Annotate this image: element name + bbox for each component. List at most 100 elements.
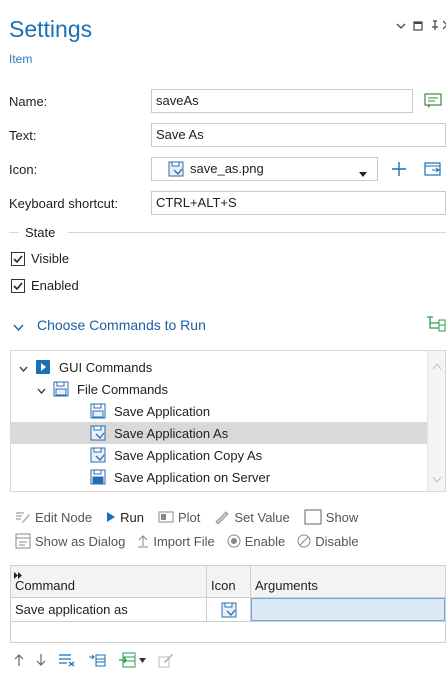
tree-node-file-commands[interactable]: File Commands bbox=[11, 378, 427, 400]
shortcut-field[interactable]: CTRL+ALT+S bbox=[151, 191, 446, 215]
show-as-dialog-label: Show as Dialog bbox=[35, 533, 126, 549]
insert-row-icon[interactable] bbox=[88, 653, 106, 667]
tree-node-label: Save Application Copy As bbox=[114, 447, 263, 463]
run-button[interactable]: Run bbox=[106, 509, 144, 525]
column-header-label: Icon bbox=[211, 578, 236, 593]
run-label: Run bbox=[120, 509, 144, 525]
column-header-label: Command bbox=[15, 578, 75, 593]
save-as-icon bbox=[221, 602, 237, 618]
save-as-icon bbox=[90, 447, 106, 463]
commands-grid[interactable]: Command Icon Arguments Save application … bbox=[10, 565, 446, 643]
icon-select-value: save_as.png bbox=[190, 161, 264, 176]
disable-label: Disable bbox=[315, 533, 359, 549]
import-file-button[interactable]: Import File bbox=[137, 533, 215, 549]
tree-node-gui-commands[interactable]: GUI Commands bbox=[11, 356, 427, 378]
table-row[interactable]: Save application as bbox=[11, 598, 445, 622]
edit-node-icon bbox=[15, 510, 31, 524]
command-cell[interactable]: Save application as bbox=[11, 598, 207, 621]
chevron-down-icon[interactable] bbox=[19, 360, 31, 375]
delete-rows-icon[interactable] bbox=[58, 653, 76, 667]
play-icon bbox=[106, 511, 116, 523]
show-label: Show bbox=[325, 509, 359, 525]
arguments-cell[interactable] bbox=[251, 598, 445, 621]
save-as-icon bbox=[90, 425, 106, 441]
tree-node-label: GUI Commands bbox=[59, 359, 153, 375]
name-label: Name: bbox=[9, 94, 48, 109]
state-group-line-right bbox=[68, 232, 446, 233]
tree-node-save-application-on-server[interactable]: Save Application on Server bbox=[11, 466, 427, 488]
pin-icon[interactable] bbox=[430, 20, 440, 34]
plot-button[interactable]: Plot bbox=[158, 509, 200, 525]
add-icon[interactable] bbox=[386, 157, 412, 181]
enabled-checkbox[interactable]: Enabled bbox=[11, 278, 79, 293]
name-edit-icon[interactable] bbox=[420, 89, 446, 113]
tree-node-label: Save Application As bbox=[114, 425, 229, 441]
dialog-icon bbox=[15, 533, 31, 549]
grid-toolbar bbox=[14, 652, 174, 668]
edit-icon[interactable] bbox=[158, 652, 174, 668]
page-title: Settings bbox=[9, 16, 93, 42]
text-field[interactable]: Save As bbox=[151, 123, 446, 147]
show-icon bbox=[304, 509, 322, 525]
column-header-label: Arguments bbox=[255, 578, 318, 593]
disable-button[interactable]: Disable bbox=[297, 533, 359, 549]
set-value-label: Set Value bbox=[234, 509, 290, 525]
expand-all-icon[interactable] bbox=[14, 567, 23, 582]
visible-checkbox[interactable]: Visible bbox=[11, 251, 69, 266]
tree-node-save-application[interactable]: Save Application bbox=[11, 400, 427, 422]
enabled-label: Enabled bbox=[31, 278, 79, 293]
checkbox-checked-icon bbox=[11, 251, 25, 266]
chevron-down-icon[interactable] bbox=[396, 20, 406, 34]
tree-node-save-application-as[interactable]: Save Application As bbox=[11, 422, 427, 444]
browse-icon[interactable] bbox=[420, 157, 446, 181]
checkbox-checked-icon bbox=[11, 278, 25, 293]
column-header-arguments[interactable]: Arguments bbox=[251, 566, 445, 597]
plot-label: Plot bbox=[177, 509, 201, 525]
command-toolbar-row1: Edit Node Run Plot Set Value Show bbox=[15, 509, 358, 525]
visible-label: Visible bbox=[31, 251, 70, 266]
shortcut-label: Keyboard shortcut: bbox=[9, 196, 119, 211]
set-value-icon bbox=[214, 510, 230, 524]
import-icon bbox=[137, 534, 149, 548]
name-field[interactable]: saveAs bbox=[151, 89, 413, 113]
enable-button[interactable]: Enable bbox=[227, 533, 285, 549]
show-button[interactable]: Show bbox=[304, 509, 359, 525]
column-header-command[interactable]: Command bbox=[11, 566, 207, 597]
tree-expand-icon[interactable] bbox=[425, 314, 446, 335]
move-up-icon[interactable] bbox=[14, 653, 24, 667]
save-icon bbox=[90, 403, 106, 419]
state-group-label: State bbox=[25, 225, 56, 240]
tree-scrollbar[interactable] bbox=[427, 351, 445, 491]
dropdown-arrow-icon bbox=[359, 166, 367, 180]
edit-node-label: Edit Node bbox=[35, 509, 93, 525]
disable-icon bbox=[297, 534, 311, 548]
edit-node-button[interactable]: Edit Node bbox=[15, 509, 92, 525]
chevron-down-icon[interactable] bbox=[37, 382, 49, 397]
scroll-up-icon[interactable] bbox=[432, 357, 442, 372]
grid-empty-row bbox=[11, 622, 445, 642]
page-subtitle: Item bbox=[9, 52, 33, 66]
commands-tree[interactable]: GUI Commands File Commands Save Applicat… bbox=[10, 350, 446, 492]
scroll-down-icon[interactable] bbox=[432, 470, 442, 485]
move-down-icon[interactable] bbox=[36, 653, 46, 667]
section-title: Choose Commands to Run bbox=[37, 317, 206, 333]
radio-enable-icon bbox=[227, 534, 241, 548]
text-label: Text: bbox=[9, 128, 37, 143]
show-as-dialog-button[interactable]: Show as Dialog bbox=[15, 533, 125, 549]
add-row-dropdown-icon[interactable] bbox=[118, 652, 146, 668]
icon-cell[interactable] bbox=[207, 598, 251, 621]
tree-node-label: Save Application on Server bbox=[114, 469, 271, 485]
tree-node-save-application-copy-as[interactable]: Save Application Copy As bbox=[11, 444, 427, 466]
icon-select[interactable]: save_as.png bbox=[151, 157, 378, 181]
section-collapse-chevron-icon[interactable] bbox=[13, 320, 24, 335]
set-value-button[interactable]: Set Value bbox=[214, 509, 290, 525]
maximize-icon[interactable] bbox=[413, 20, 423, 34]
grid-header: Command Icon Arguments bbox=[11, 566, 445, 598]
icon-label: Icon: bbox=[9, 162, 38, 177]
command-toolbar-row2: Show as Dialog Import File Enable Disabl… bbox=[15, 533, 359, 549]
file-commands-icon bbox=[53, 381, 69, 397]
tree-node-label: File Commands bbox=[77, 381, 169, 397]
column-header-icon[interactable]: Icon bbox=[207, 566, 251, 597]
enable-label: Enable bbox=[244, 533, 286, 549]
state-group-line-left bbox=[9, 232, 19, 233]
